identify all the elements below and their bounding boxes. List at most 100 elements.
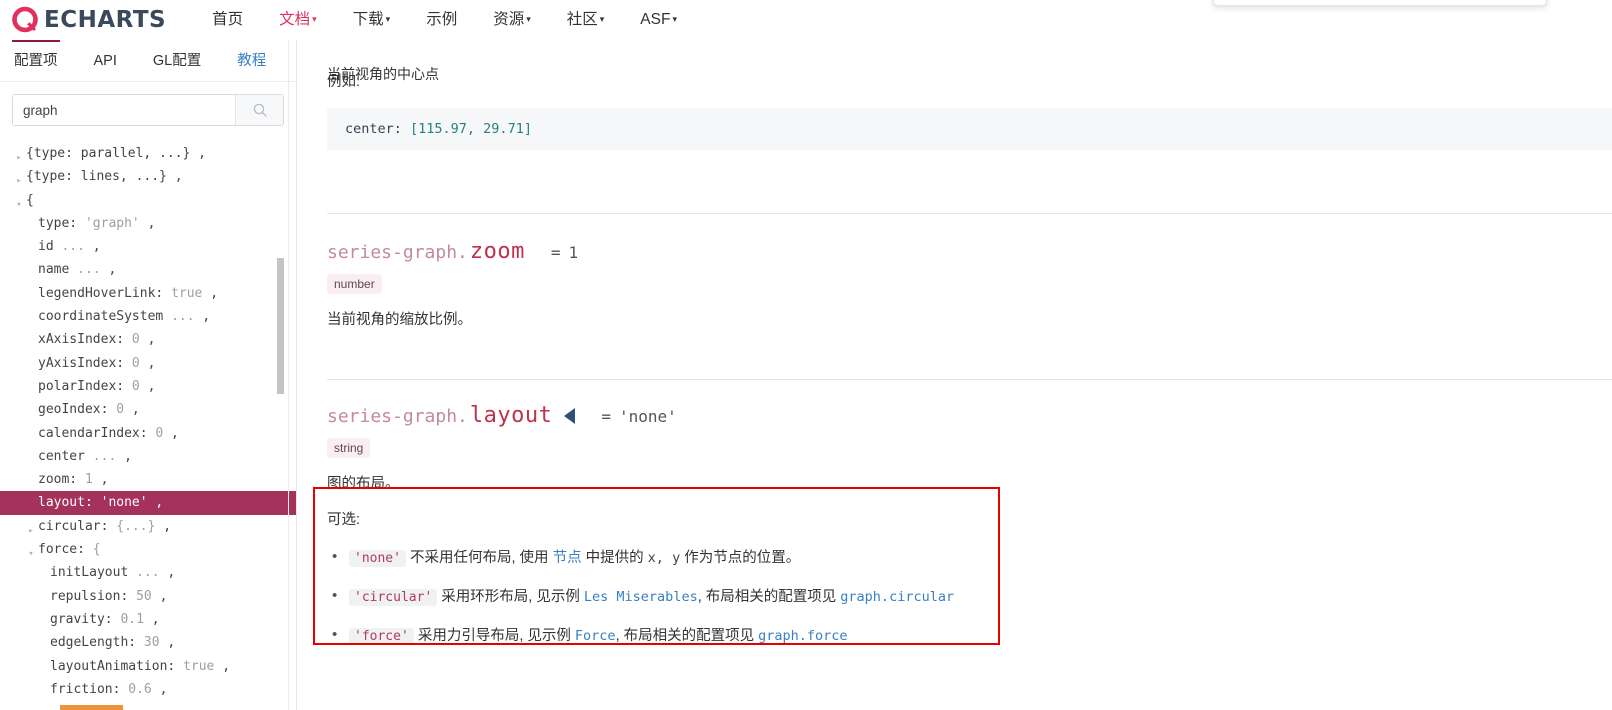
tree-node[interactable]: layout: 'none' , xyxy=(0,491,296,515)
tree-node[interactable]: coordinateSystem ... , xyxy=(0,305,296,328)
echarts-logo-icon xyxy=(12,6,40,34)
tree-node[interactable]: ▸ {type: lines, ...} , xyxy=(0,165,296,188)
tree-node-label: {type: lines, ...} , xyxy=(26,169,183,185)
tab-gl-config[interactable]: GL配置 xyxy=(153,40,201,82)
nav-item-download[interactable]: 下载 ▾ xyxy=(353,0,391,41)
chevron-down-icon: ▾ xyxy=(599,13,605,24)
tree-node-label: force: { xyxy=(38,542,101,558)
property-equals: = xyxy=(550,243,561,262)
top-navigation-bar: ECHARTS 首页 文档 ▾ 下载 ▾ 示例 资源 ▾ 社区 ▾ ASF ▾ xyxy=(0,0,1612,40)
tree-node-label: type: 'graph' , xyxy=(38,215,156,231)
tree-node-label: polarIndex: 0 , xyxy=(38,378,156,394)
tree-node-label: geoIndex: 0 , xyxy=(38,402,140,418)
link-node[interactable]: 节点 xyxy=(553,550,582,566)
sidebar-scrollbar-track[interactable] xyxy=(277,40,289,710)
tab-label: API xyxy=(93,52,117,69)
type-badge: number xyxy=(327,274,382,294)
tree-node[interactable]: gravity: 0.1 , xyxy=(0,608,296,631)
echarts-logo[interactable]: ECHARTS xyxy=(12,0,166,40)
nav-item-home[interactable]: 首页 xyxy=(212,0,243,40)
nav-item-label: 下载 xyxy=(352,10,384,28)
floating-search-panel[interactable] xyxy=(1213,0,1547,6)
options-list: 'none' 不采用任何布局, 使用 节点 中提供的 x, y 作为节点的位置。… xyxy=(327,545,1612,649)
chevron-down-icon: ▾ xyxy=(526,13,531,24)
tree-node[interactable]: legendHoverLink: true , xyxy=(0,282,296,305)
nav-item-label: 社区 xyxy=(566,10,598,28)
tree-node[interactable]: xAxisIndex: 0 , xyxy=(0,328,296,351)
options-label: 可选: xyxy=(327,512,361,528)
option-text: 采用力引导布局, 见示例 xyxy=(413,628,575,644)
section-zoom: series-graph. zoom = 1 number 当前视角的缩放比例。 xyxy=(327,239,1612,332)
search-icon xyxy=(252,102,268,118)
tree-node[interactable]: type: 'graph' , xyxy=(0,212,296,235)
tree-node-label: edgeLength: 30 , xyxy=(50,635,176,651)
tab-options[interactable]: 配置项 xyxy=(12,38,59,82)
property-heading: series-graph. layout = 'none' xyxy=(327,403,1612,428)
tree-node[interactable]: yAxisIndex: 0 , xyxy=(0,352,296,375)
search-button[interactable] xyxy=(235,95,283,125)
option-text-after: 作为节点的位置。 xyxy=(680,550,801,566)
nav-item-examples[interactable]: 示例 xyxy=(426,0,457,40)
tree-node-label: coordinateSystem ... , xyxy=(38,309,211,325)
tree-node[interactable]: ▸ {type: parallel, ...} , xyxy=(0,142,296,165)
tree-node[interactable]: geoIndex: 0 , xyxy=(0,398,296,421)
nav-item-label: 示例 xyxy=(426,11,458,28)
search-input[interactable] xyxy=(13,95,235,125)
section-divider xyxy=(327,213,1612,214)
property-equals: = xyxy=(601,407,612,426)
triangle-left-icon[interactable] xyxy=(564,408,576,424)
documentation-content: 当前视角的中心点 例如: center: [115.97, 29.71] ser… xyxy=(297,40,1612,710)
option-text: 不采用任何布局, 使用 xyxy=(405,550,553,566)
tree-node-label: name ... , xyxy=(38,262,117,278)
property-parent: series-graph. xyxy=(327,242,468,263)
tree-highlight-bar xyxy=(60,705,123,710)
doc-tabs: 配置项 API GL配置 教程 xyxy=(0,38,296,82)
tab-label: 配置项 xyxy=(14,52,58,69)
tree-node[interactable]: initLayout ... , xyxy=(0,561,296,584)
link-force[interactable]: Force xyxy=(575,628,616,644)
doc-inner: 当前视角的中心点 例如: center: [115.97, 29.71] ser… xyxy=(297,66,1612,649)
link-graph-circular[interactable]: graph.circular xyxy=(840,589,954,605)
section-layout: series-graph. layout = 'none' string 图的布… xyxy=(327,403,1612,649)
property-description: 当前视角的缩放比例。 xyxy=(327,312,472,328)
tree-node[interactable]: ▸ circular: {...} , xyxy=(0,515,296,538)
tree-node-label: center ... , xyxy=(38,448,132,464)
tab-api[interactable]: API xyxy=(94,40,117,82)
tree-node[interactable]: layoutAnimation: true , xyxy=(0,655,296,678)
tab-tutorial[interactable]: 教程 xyxy=(237,40,266,82)
tree-node-label: calendarIndex: 0 , xyxy=(38,425,179,441)
chevron-down-icon: ▾ xyxy=(312,13,317,24)
tree-node-label: layout: 'none' , xyxy=(38,495,164,511)
option-tree[interactable]: ▸ {type: parallel, ...} , ▸ {type: lines, .… xyxy=(0,136,296,710)
tree-node[interactable]: calendarIndex: 0 , xyxy=(0,422,296,445)
nav-item-asf[interactable]: ASF ▾ xyxy=(640,0,677,41)
tree-node[interactable]: ▾ force: { xyxy=(0,538,296,561)
tree-node[interactable]: polarIndex: 0 , xyxy=(0,375,296,398)
option-text-mid: 中提供的 xyxy=(581,550,648,566)
tree-node[interactable]: zoom: 1 , xyxy=(0,468,296,491)
nav-item-label: ASF xyxy=(640,10,671,28)
tree-node-label: gravity: 0.1 , xyxy=(50,611,160,627)
sidebar-scrollbar-thumb[interactable] xyxy=(277,258,284,394)
nav-item-docs[interactable]: 文档 ▾ xyxy=(279,0,317,41)
property-parent: series-graph. xyxy=(327,406,468,427)
tree-node[interactable]: center ... , xyxy=(0,445,296,468)
tree-node[interactable]: id ... , xyxy=(0,235,296,258)
tree-node-label: circular: {...} , xyxy=(38,518,172,534)
nav-item-resources[interactable]: 资源 ▾ xyxy=(493,0,531,41)
option-text-mid: , 布局相关的配置项见 xyxy=(697,589,841,605)
tree-node-label: friction: 0.6 , xyxy=(50,681,168,697)
tree-node[interactable]: repulsion: 50 , xyxy=(0,585,296,608)
tree-node[interactable]: friction: 0.6 , xyxy=(0,678,296,701)
tree-node-label: initLayout ... , xyxy=(50,565,176,581)
tree-node[interactable]: edgeLength: 30 , xyxy=(0,631,296,654)
page-root: ECHARTS 首页 文档 ▾ 下载 ▾ 示例 资源 ▾ 社区 ▾ ASF ▾ 配置项 A… xyxy=(0,0,1612,710)
link-graph-force[interactable]: graph.force xyxy=(758,628,847,644)
tree-node-label: { xyxy=(26,192,34,208)
link-les-miserables[interactable]: Les Miserables xyxy=(584,589,698,605)
code-key: center: xyxy=(345,121,411,137)
tree-node[interactable]: ▾{ xyxy=(0,189,296,212)
option-text: 采用环形布局, 见示例 xyxy=(437,589,584,605)
nav-item-community[interactable]: 社区 ▾ xyxy=(567,0,605,41)
tree-node[interactable]: name ... , xyxy=(0,258,296,281)
